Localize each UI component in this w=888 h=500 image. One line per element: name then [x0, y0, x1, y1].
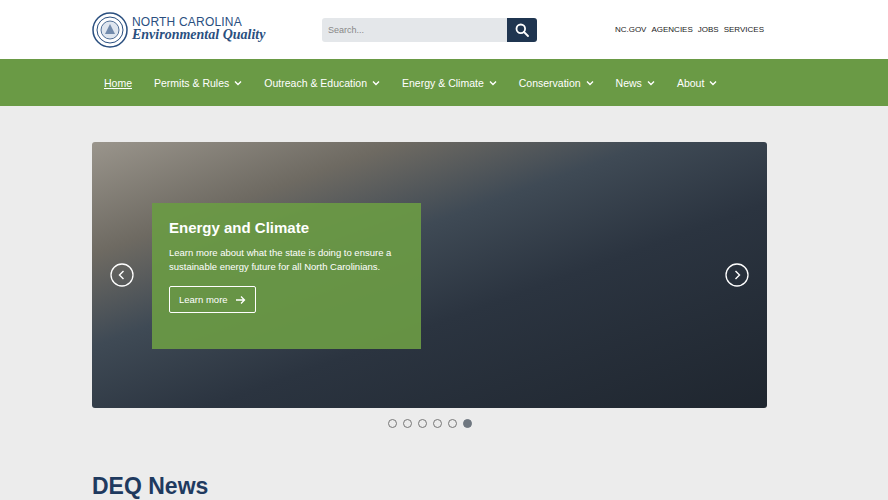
arrow-right-icon — [235, 295, 246, 305]
previous-slide-button[interactable] — [110, 263, 134, 287]
utility-link[interactable]: NC.GOV — [615, 25, 647, 34]
utility-link[interactable]: AGENCIES — [651, 25, 692, 34]
hero-caption: Energy and Climate Learn more about what … — [152, 203, 421, 349]
header: NORTH CAROLINAEnvironmental Quality NC.GO… — [0, 0, 888, 59]
hero-carousel: Energy and Climate Learn more about what … — [92, 142, 767, 408]
next-slide-button[interactable] — [725, 263, 749, 287]
search-button[interactable] — [507, 18, 537, 42]
search-input[interactable] — [322, 18, 507, 42]
utility-link[interactable]: JOBS — [698, 25, 719, 34]
state-seal-icon — [92, 12, 128, 48]
logo[interactable]: NORTH CAROLINAEnvironmental Quality — [92, 12, 322, 48]
carousel-dot[interactable] — [403, 419, 412, 428]
chevron-left-icon — [110, 263, 134, 287]
carousel-dot[interactable] — [448, 419, 457, 428]
nav-item[interactable]: Home — [104, 77, 132, 89]
main-nav: Home Permits & Rules Outreach & Education E… — [0, 59, 888, 106]
main-content: Energy and Climate Learn more about what … — [0, 106, 888, 500]
carousel-dot[interactable] — [418, 419, 427, 428]
utility-links: NC.GOV AGENCIES JOBS SERVICES — [615, 25, 764, 34]
carousel-dot[interactable] — [433, 419, 442, 428]
chevron-down-icon — [372, 80, 380, 86]
nav-item[interactable]: News — [616, 77, 655, 89]
chevron-down-icon — [489, 80, 497, 86]
chevron-down-icon — [647, 80, 655, 86]
chevron-down-icon — [586, 80, 594, 86]
nav-item[interactable]: Permits & Rules — [154, 77, 242, 89]
search-bar — [322, 18, 537, 42]
page: NORTH CAROLINAEnvironmental Quality NC.GO… — [0, 0, 888, 500]
utility-link[interactable]: SERVICES — [724, 25, 764, 34]
nav-item[interactable]: Outreach & Education — [264, 77, 380, 89]
nav-item[interactable]: Conservation — [519, 77, 594, 89]
chevron-down-icon — [709, 80, 717, 86]
carousel-dots — [92, 419, 767, 428]
chevron-right-icon — [725, 263, 749, 287]
hero-text: Learn more about what the state is doing… — [169, 246, 404, 274]
chevron-down-icon — [234, 80, 242, 86]
nav-item[interactable]: About — [677, 77, 717, 89]
nav-item[interactable]: Energy & Climate — [402, 77, 497, 89]
carousel-dot[interactable] — [388, 419, 397, 428]
hero-title: Energy and Climate — [169, 219, 404, 236]
carousel-dot[interactable] — [463, 419, 472, 428]
magnifier-icon — [515, 23, 529, 37]
logo-title: NORTH CAROLINA — [132, 16, 265, 29]
logo-subtitle: Environmental Quality — [132, 28, 265, 43]
news-heading: DEQ News — [92, 472, 767, 500]
learn-more-button[interactable]: Learn more — [169, 286, 256, 313]
